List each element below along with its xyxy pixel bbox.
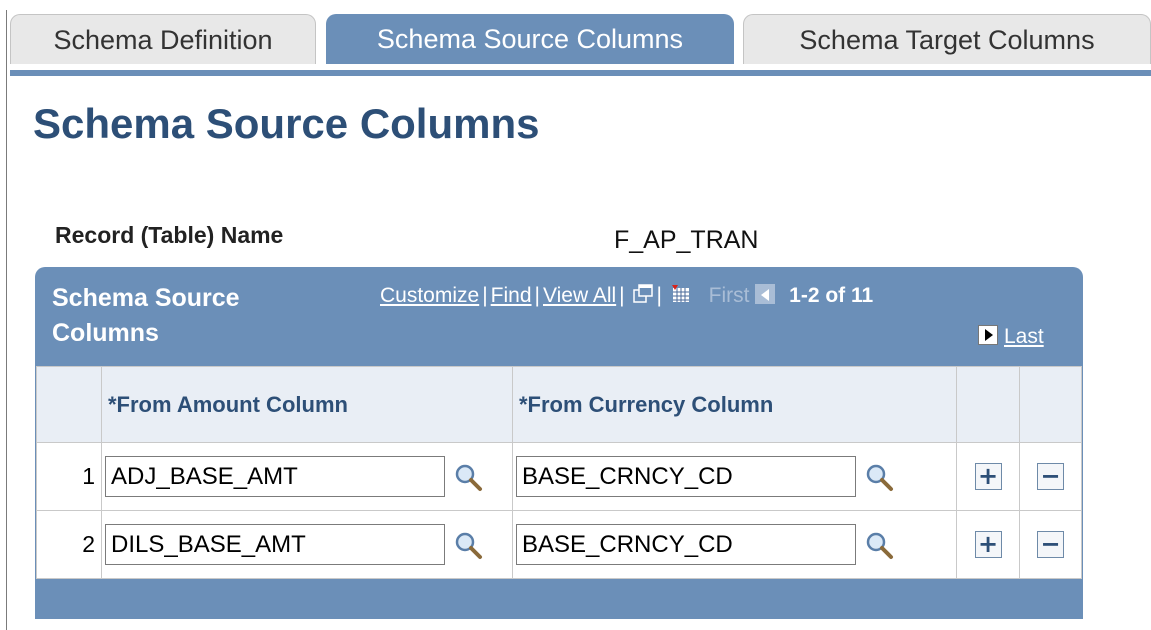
separator: | (534, 284, 540, 307)
customize-link[interactable]: Customize (380, 284, 479, 307)
tab-bar: Schema Definition Schema Source Columns … (10, 14, 1151, 76)
record-name-label: Record (Table) Name (55, 222, 284, 248)
from-currency-input[interactable] (516, 456, 856, 497)
grid-toolbar: Customize | Find | View All | | First 1-2 of … (380, 284, 873, 308)
separator: | (656, 284, 662, 307)
personalize-grid-icon[interactable] (671, 284, 691, 304)
tab-schema-definition[interactable]: Schema Definition (10, 14, 316, 64)
tab-schema-target-columns[interactable]: Schema Target Columns (743, 14, 1151, 64)
add-column-header (956, 366, 1020, 443)
currency-cell (512, 510, 957, 579)
grid-table: *From Amount Column *From Currency Colum… (36, 366, 1082, 579)
last-link[interactable]: Last (1004, 325, 1044, 348)
lookup-icon[interactable] (864, 530, 894, 560)
separator: | (619, 284, 625, 307)
delete-cell: − (1019, 442, 1082, 511)
amount-column-header: *From Amount Column (101, 366, 513, 443)
table-row: 2 DILS_BASE_AMT BASE_CRNCY_CD + − (36, 510, 1082, 579)
rownum-header (36, 366, 102, 443)
next-icon[interactable] (978, 325, 998, 345)
find-link[interactable]: Find (491, 284, 532, 307)
row-count: 1-2 of 11 (789, 284, 874, 307)
grid-body: *From Amount Column *From Currency Colum… (35, 365, 1083, 580)
delete-column-header (1019, 366, 1082, 443)
add-row-button[interactable]: + (974, 531, 1002, 558)
row-number: 2 (36, 510, 102, 579)
header-row: *From Amount Column *From Currency Colum… (36, 366, 1082, 443)
delete-row-button[interactable]: − (1037, 463, 1064, 490)
grid-title: Schema Source Columns (52, 284, 240, 347)
page-title: Schema Source Columns (33, 100, 540, 147)
lookup-icon[interactable] (453, 530, 483, 560)
previous-icon (755, 284, 776, 304)
grid-nav-next: Last (978, 325, 1044, 349)
grid-footer (35, 580, 1083, 619)
separator: | (482, 284, 488, 307)
add-cell: + (956, 510, 1020, 579)
view-all-link[interactable]: View All (543, 284, 616, 307)
table-row: 1 ADJ_BASE_AMT BASE_CRNCY_CD + − (36, 442, 1082, 511)
row-number: 1 (36, 442, 102, 511)
amount-cell (101, 510, 513, 579)
source-columns-grid: Schema Source Columns Customize | Find | Vie… (35, 267, 1083, 619)
currency-cell (512, 442, 957, 511)
first-label: First (708, 284, 750, 307)
lookup-icon[interactable] (864, 462, 894, 492)
currency-column-header: *From Currency Column (512, 366, 957, 443)
left-border (6, 10, 7, 630)
tab-strip (10, 70, 1151, 76)
from-amount-input[interactable] (105, 456, 445, 497)
new-window-icon[interactable] (633, 284, 654, 304)
delete-row-button[interactable]: − (1037, 531, 1064, 558)
lookup-icon[interactable] (453, 462, 483, 492)
add-cell: + (956, 442, 1020, 511)
record-name-value: F_AP_TRAN (614, 226, 759, 254)
tab-schema-source-columns[interactable]: Schema Source Columns (326, 14, 734, 64)
from-amount-input[interactable] (105, 524, 445, 565)
amount-cell (101, 442, 513, 511)
add-row-button[interactable]: + (974, 463, 1002, 490)
from-currency-input[interactable] (516, 524, 856, 565)
delete-cell: − (1019, 510, 1082, 579)
